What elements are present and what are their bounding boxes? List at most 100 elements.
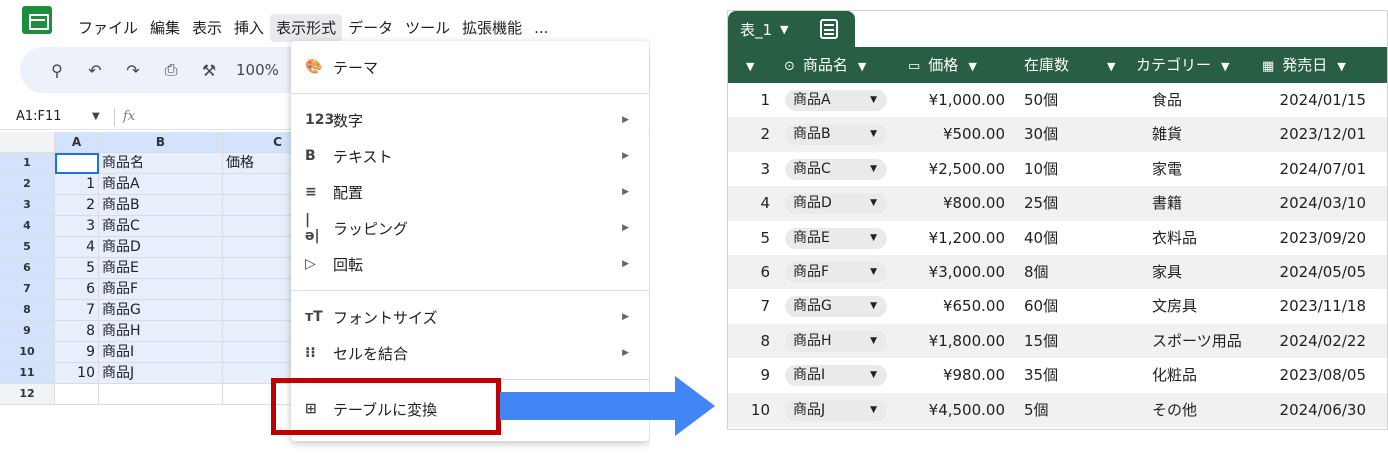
date-cell[interactable]: 2024/05/05 <box>1258 255 1366 289</box>
menu-view[interactable]: 表示 <box>186 14 228 42</box>
stock-cell[interactable]: 25個 <box>1024 186 1058 220</box>
chevron-down-icon[interactable]: ▼ <box>858 60 866 73</box>
menu-extensions[interactable]: 拡張機能 <box>456 14 528 42</box>
zoom-select[interactable]: 100% <box>236 61 279 79</box>
menu-item-font-size[interactable]: тT フォントサイズ ▶ <box>291 299 649 335</box>
menu-tools[interactable]: ツール <box>399 14 456 42</box>
cell[interactable]: 10 <box>55 363 99 384</box>
chevron-down-icon[interactable]: ▼ <box>1107 60 1115 73</box>
category-cell[interactable]: 雑貨 <box>1152 117 1182 151</box>
cell[interactable]: 商品B <box>99 195 223 216</box>
chevron-down-icon[interactable]: ▼ <box>870 90 877 111</box>
name-chip[interactable]: 商品J ▼ <box>785 399 887 421</box>
cell[interactable]: 7 <box>55 300 99 321</box>
sheets-logo-icon[interactable] <box>22 6 52 34</box>
row-header[interactable]: 4 <box>0 216 55 237</box>
stock-cell[interactable]: 10個 <box>1024 152 1058 186</box>
search-icon[interactable]: ⚲ <box>46 61 68 80</box>
cell[interactable] <box>55 153 99 174</box>
date-cell[interactable]: 2024/01/15 <box>1258 83 1366 117</box>
menu-item-merge-cells[interactable]: ⁝⁝ セルを結合 ▶ <box>291 335 649 371</box>
date-cell[interactable]: 2023/11/18 <box>1258 289 1366 323</box>
category-cell[interactable]: 家電 <box>1152 152 1182 186</box>
column-header-date[interactable]: ▦ 発売日 ▼ <box>1262 47 1346 83</box>
cell[interactable]: 4 <box>55 237 99 258</box>
cell[interactable]: 8 <box>55 321 99 342</box>
stock-cell[interactable]: 60個 <box>1024 289 1058 323</box>
cell[interactable]: 商品名 <box>99 153 223 174</box>
name-box[interactable]: A1:F11 <box>0 109 92 124</box>
cell[interactable] <box>55 384 99 405</box>
cell[interactable]: 1 <box>55 174 99 195</box>
menu-more[interactable]: ... <box>528 14 554 42</box>
menu-item-number[interactable]: 123 数字 ▶ <box>291 102 649 138</box>
name-box-dropdown-icon[interactable]: ▼ <box>92 111 106 122</box>
menu-data[interactable]: データ <box>342 14 399 42</box>
row-header[interactable]: 10 <box>0 342 55 363</box>
chevron-down-icon[interactable]: ▼ <box>870 262 877 283</box>
date-cell[interactable]: 2024/03/10 <box>1258 186 1366 220</box>
price-cell[interactable]: ¥1,800.00 <box>898 324 1005 358</box>
row-header[interactable]: 7 <box>0 279 55 300</box>
menu-edit[interactable]: 編集 <box>144 14 186 42</box>
category-cell[interactable]: スポーツ用品 <box>1152 324 1242 358</box>
chevron-down-icon[interactable]: ▼ <box>780 23 788 36</box>
date-cell[interactable]: 2023/09/20 <box>1258 221 1366 255</box>
name-chip[interactable]: 商品A ▼ <box>785 90 887 111</box>
menu-item-text[interactable]: B テキスト ▶ <box>291 138 649 174</box>
print-icon[interactable]: ⎙ <box>160 60 182 80</box>
stock-cell[interactable]: 8個 <box>1024 255 1049 289</box>
cell[interactable]: 商品G <box>99 300 223 321</box>
column-header-stock[interactable]: 在庫数 ▼ <box>1024 47 1115 83</box>
row-header[interactable]: 3 <box>0 195 55 216</box>
chevron-down-icon[interactable]: ▼ <box>870 193 877 214</box>
chevron-down-icon[interactable]: ▼ <box>1337 60 1345 73</box>
column-header-category[interactable]: カテゴリー ▼ <box>1136 47 1229 83</box>
cell[interactable]: 6 <box>55 279 99 300</box>
row-header[interactable]: 8 <box>0 300 55 321</box>
category-cell[interactable]: 食品 <box>1152 83 1182 117</box>
table-name-tab[interactable]: 表_1 ▼ <box>728 11 855 47</box>
category-cell[interactable]: 衣料品 <box>1152 221 1197 255</box>
price-cell[interactable]: ¥800.00 <box>898 186 1005 220</box>
price-cell[interactable]: ¥500.00 <box>898 117 1005 151</box>
name-chip[interactable]: 商品G ▼ <box>785 296 887 318</box>
cell[interactable]: 商品A <box>99 174 223 195</box>
stock-cell[interactable]: 50個 <box>1024 83 1058 117</box>
column-header-b[interactable]: B <box>99 132 223 153</box>
chevron-down-icon[interactable]: ▼ <box>870 296 877 317</box>
chevron-down-icon[interactable]: ▼ <box>870 400 877 421</box>
cell[interactable]: 商品F <box>99 279 223 300</box>
cell[interactable]: 3 <box>55 216 99 237</box>
date-cell[interactable]: 2023/08/05 <box>1258 358 1366 392</box>
name-chip[interactable]: 商品E ▼ <box>785 227 887 249</box>
row-header[interactable]: 2 <box>0 174 55 195</box>
menu-item-wrapping[interactable]: |ə| ラッピング ▶ <box>291 210 649 246</box>
cell[interactable]: 9 <box>55 342 99 363</box>
date-cell[interactable]: 2023/12/01 <box>1258 117 1366 151</box>
cell[interactable]: 5 <box>55 258 99 279</box>
chevron-down-icon[interactable]: ▼ <box>870 159 877 180</box>
name-chip[interactable]: 商品D ▼ <box>785 193 887 215</box>
row-header[interactable]: 1 <box>0 153 55 174</box>
name-chip[interactable]: 商品H ▼ <box>785 330 887 352</box>
select-all-corner[interactable] <box>0 132 55 153</box>
price-cell[interactable]: ¥4,500.00 <box>898 393 1005 427</box>
menu-file[interactable]: ファイル <box>72 14 144 42</box>
stock-cell[interactable]: 30個 <box>1024 117 1058 151</box>
price-cell[interactable]: ¥650.00 <box>898 289 1005 323</box>
cell[interactable]: 商品C <box>99 216 223 237</box>
category-cell[interactable]: 化粧品 <box>1152 358 1197 392</box>
chevron-down-icon[interactable]: ▼ <box>870 365 877 386</box>
chevron-down-icon[interactable]: ▼ <box>870 124 877 145</box>
name-chip[interactable]: 商品F ▼ <box>785 261 887 283</box>
column-header-price[interactable]: ▭ 価格 ▼ <box>908 47 977 83</box>
date-cell[interactable]: 2024/02/22 <box>1258 324 1366 358</box>
menu-format[interactable]: 表示形式 <box>270 14 343 42</box>
menu-item-alignment[interactable]: ≡ 配置 ▶ <box>291 174 649 210</box>
undo-icon[interactable]: ↶ <box>84 61 106 80</box>
cell[interactable]: 商品I <box>99 342 223 363</box>
price-cell[interactable]: ¥2,500.00 <box>898 152 1005 186</box>
category-cell[interactable]: その他 <box>1152 393 1197 427</box>
chevron-down-icon[interactable]: ▼ <box>870 331 877 352</box>
